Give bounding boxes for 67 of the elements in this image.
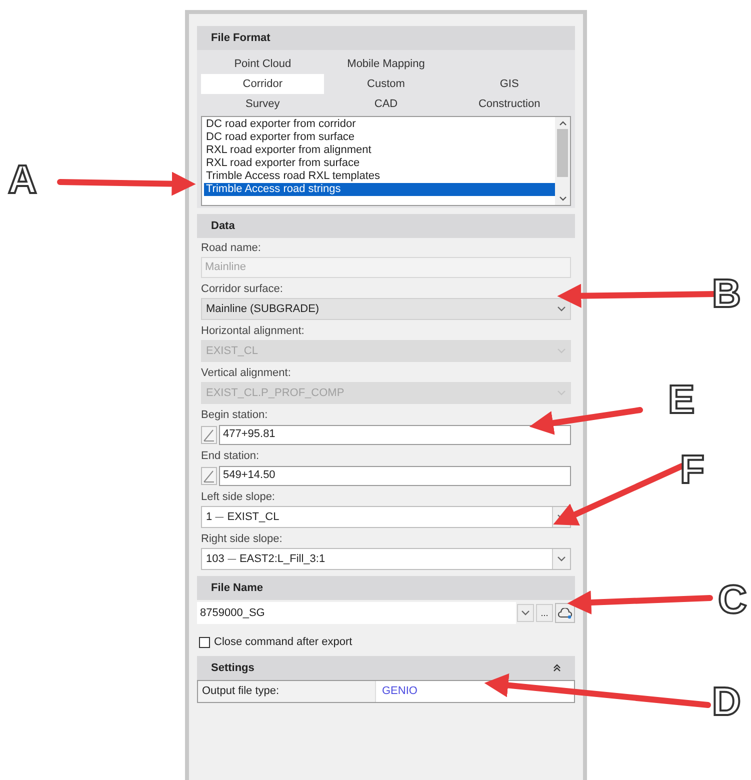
- browse-button[interactable]: ...: [536, 604, 553, 622]
- section-title: Data: [211, 218, 235, 234]
- collapse-icon[interactable]: [553, 664, 561, 672]
- exporter-item[interactable]: Trimble Access road RXL templates: [204, 170, 555, 183]
- field-label: Right side slope:: [201, 532, 284, 547]
- annotation-letter: F: [680, 448, 704, 492]
- format-tab[interactable]: Point Cloud: [201, 54, 324, 74]
- dropdown-value: Mainline (SUBGRADE): [205, 302, 320, 317]
- annotation-letter: E: [668, 378, 695, 422]
- station-field[interactable]: 549+14.50: [219, 466, 571, 486]
- dropdown-value: EXIST_CL.P_PROF_COMP: [205, 386, 346, 401]
- field-label: End station:: [201, 449, 260, 464]
- property-name: Output file type:: [198, 681, 376, 702]
- chevron-down-icon: [521, 610, 530, 616]
- dropdown[interactable]: Mainline (SUBGRADE): [201, 298, 571, 320]
- station-pick-icon[interactable]: [201, 466, 217, 484]
- station-pick-icon[interactable]: [201, 426, 217, 444]
- dropdown-value: 1 ⏤ EXIST_CL: [205, 510, 280, 525]
- format-tab[interactable]: CAD: [324, 94, 448, 114]
- field-value: 477+95.81: [223, 427, 276, 442]
- checkbox-label: Close command after export: [214, 634, 352, 650]
- field-value: 549+14.50: [223, 468, 276, 484]
- chevron-down-icon: [557, 556, 566, 562]
- dropdown-value: EXIST_CL: [205, 344, 259, 359]
- field-label: Left side slope:: [201, 490, 276, 505]
- exporter-item[interactable]: RXL road exporter from alignment: [204, 144, 555, 157]
- dropdown-toggle[interactable]: [517, 604, 534, 622]
- field-label: Begin station:: [201, 408, 269, 423]
- file-name-field[interactable]: 8759000_SG: [197, 602, 516, 624]
- field-label: Vertical alignment:: [201, 366, 292, 381]
- scroll-thumb[interactable]: [557, 129, 568, 177]
- scroll-down-icon[interactable]: [558, 196, 566, 201]
- annotation-letter: C: [718, 578, 747, 622]
- chevron-down-icon: [556, 348, 566, 354]
- scroll-up-icon[interactable]: [558, 121, 566, 126]
- annotation-letter: D: [712, 680, 741, 724]
- section-title: File Format: [211, 30, 270, 46]
- annotation-letter: A: [8, 158, 37, 202]
- annotation-letter: B: [712, 272, 741, 316]
- field-label: Horizontal alignment:: [201, 324, 306, 339]
- cloud-icon: [558, 608, 572, 618]
- property-value[interactable]: GENIO: [376, 681, 574, 702]
- format-tab[interactable]: Custom: [324, 74, 448, 94]
- dropdown[interactable]: 1 ⏤ EXIST_CL: [201, 506, 571, 528]
- exporter-item[interactable]: DC road exporter from corridor: [204, 118, 555, 131]
- field-value: 8759000_SG: [200, 606, 265, 621]
- dropdown-value: 103 ⏤ EAST2:L_Fill_3:1: [205, 552, 326, 567]
- checkbox[interactable]: [199, 636, 210, 648]
- section-title: File Name: [211, 580, 263, 596]
- format-tab[interactable]: Construction: [448, 94, 571, 114]
- dropdown[interactable]: 103 ⏤ EAST2:L_Fill_3:1: [201, 548, 571, 570]
- section-title: Settings: [211, 660, 254, 676]
- format-tab[interactable]: Mobile Mapping: [324, 54, 448, 74]
- field-label: Road name:: [201, 241, 262, 256]
- exporter-item[interactable]: DC road exporter from surface: [204, 131, 555, 144]
- field-label: Corridor surface:: [201, 282, 284, 297]
- format-tab[interactable]: GIS: [448, 74, 571, 94]
- chevron-down-icon: [556, 390, 566, 396]
- exporter-item[interactable]: RXL road exporter from surface: [204, 157, 555, 170]
- exporter-item[interactable]: Trimble Access road strings: [204, 183, 555, 196]
- field-value: Mainline: [205, 260, 246, 276]
- scrollbar[interactable]: [555, 117, 570, 205]
- format-tab[interactable]: Survey: [201, 94, 324, 114]
- cloud-button[interactable]: [555, 603, 575, 623]
- format-tab[interactable]: Corridor: [201, 74, 324, 94]
- station-field[interactable]: 477+95.81: [219, 424, 571, 444]
- chevron-down-icon: [556, 306, 566, 312]
